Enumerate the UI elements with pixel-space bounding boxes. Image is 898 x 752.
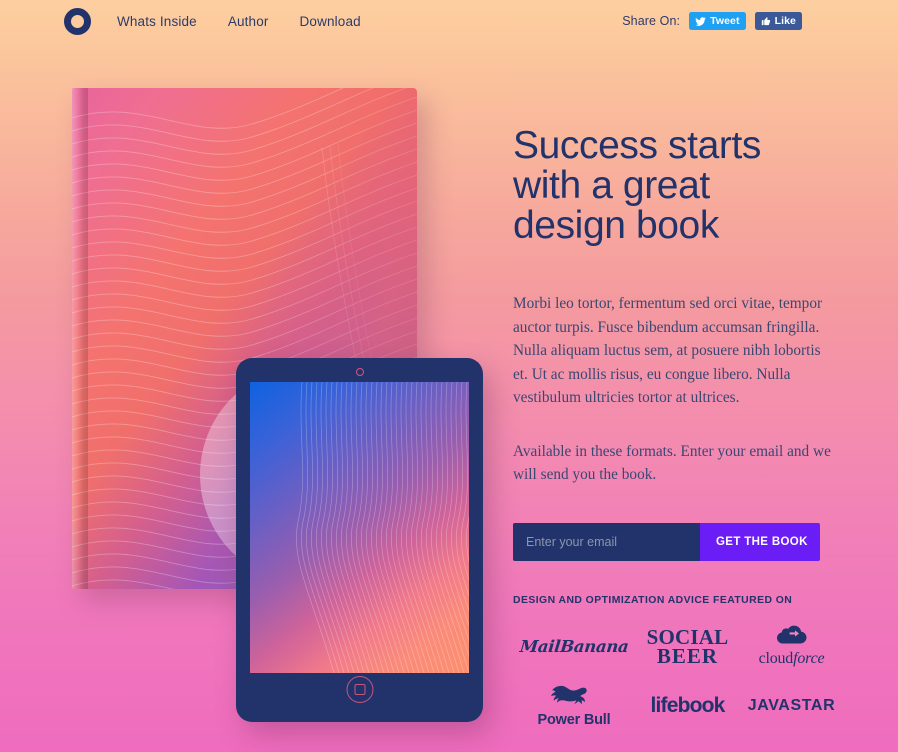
tablet-device — [236, 358, 483, 722]
nav-item-author[interactable]: Author — [228, 14, 269, 29]
hero-paragraph: Morbi leo tortor, fermentum sed orci vit… — [513, 295, 823, 406]
javastar-wordmark: JAVASTAR — [747, 696, 836, 714]
socialbeer-wordmark: SOCIAL BEER — [647, 626, 729, 668]
twitter-bird-icon — [695, 16, 706, 27]
brand-logo-javastar: JAVASTAR — [740, 681, 843, 731]
hero-content: Success starts with a great design book … — [513, 126, 843, 731]
ring-logo-icon[interactable] — [64, 7, 91, 35]
brand-logo-mailbanana: MailBanana — [513, 622, 635, 672]
tablet-screen — [250, 382, 469, 673]
powerbull-wordmark: Power Bull — [537, 712, 611, 728]
tweet-button[interactable]: Tweet — [689, 12, 746, 30]
tweet-label: Tweet — [710, 14, 740, 27]
featured-on-label: DESIGN AND OPTIMIZATION ADVICE FEATURED … — [513, 594, 793, 606]
brand-logo-grid: MailBanana SOCIAL BEER cloudforce Power … — [513, 622, 843, 731]
hero-visual — [0, 0, 500, 752]
nav-item-whats-inside[interactable]: Whats Inside — [117, 14, 197, 29]
thumbs-up-icon — [761, 16, 771, 26]
brand-logo-socialbeer: SOCIAL BEER — [635, 622, 740, 672]
site-header: Whats Inside Author Download Share On: T… — [0, 0, 898, 42]
camera-dot-icon — [355, 368, 364, 376]
lifebook-wordmark: lifebook — [650, 693, 725, 717]
email-signup-form: GET THE BOOK — [513, 522, 820, 561]
home-button-icon[interactable] — [346, 676, 373, 703]
like-button[interactable]: Like — [754, 12, 802, 30]
like-label: Like — [774, 14, 796, 27]
share-label: Share On: — [622, 14, 681, 28]
mailbanana-wordmark: MailBanana — [518, 637, 630, 656]
cloudforce-cloud-icon — [776, 625, 807, 649]
get-the-book-button[interactable]: GET THE BOOK — [700, 522, 820, 561]
page-title: Success starts with a great design book — [513, 124, 761, 247]
formats-note: Available in these formats. Enter your e… — [513, 442, 831, 484]
email-input[interactable] — [513, 522, 700, 561]
brand-logo-powerbull: Power Bull — [513, 681, 635, 731]
socialbeer-line2: BEER — [656, 643, 719, 668]
primary-nav: Whats Inside Author Download — [117, 14, 361, 29]
powerbull-bull-icon — [546, 683, 602, 712]
brand-logo-cloudforce: cloudforce — [740, 622, 843, 672]
share-group: Share On: Tweet Like — [622, 12, 802, 30]
cloudforce-wordmark: cloudforce — [758, 650, 825, 667]
nav-item-download[interactable]: Download — [300, 14, 361, 29]
brand-logo-lifebook: lifebook — [635, 681, 740, 731]
tablet-wave-pattern — [295, 382, 469, 673]
book-spine — [72, 88, 88, 589]
